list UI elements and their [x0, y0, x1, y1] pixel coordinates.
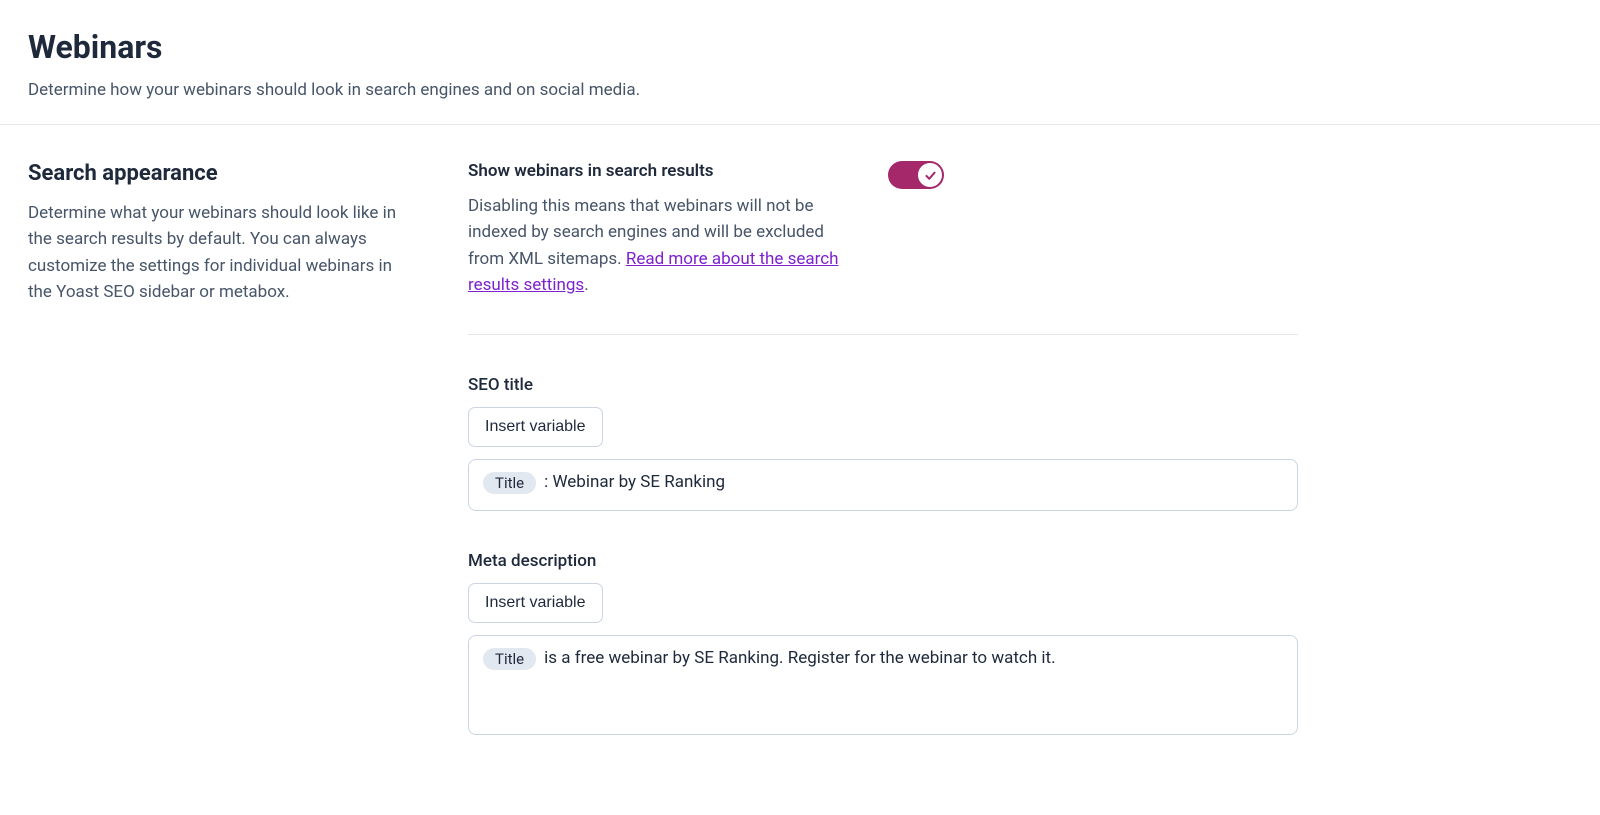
show-in-search-toggle[interactable] [888, 161, 944, 189]
variable-pill-title[interactable]: Title [483, 472, 536, 494]
toggle-label: Show webinars in search results [468, 161, 848, 181]
toggle-text-block: Show webinars in search results Disablin… [468, 161, 848, 298]
page-subtitle: Determine how your webinars should look … [28, 80, 1572, 100]
meta-description-group: Meta description Insert variable Title i… [468, 551, 1298, 735]
meta-description-insert-variable-button[interactable]: Insert variable [468, 583, 603, 623]
section-title: Search appearance [28, 161, 408, 186]
toggle-row: Show webinars in search results Disablin… [468, 161, 1298, 335]
content: Search appearance Determine what your we… [0, 125, 1600, 735]
variable-pill-title[interactable]: Title [483, 648, 536, 670]
seo-title-text: : Webinar by SE Ranking [544, 472, 725, 492]
seo-title-insert-variable-button[interactable]: Insert variable [468, 407, 603, 447]
toggle-desc-after: . [584, 275, 588, 295]
meta-description-text: is a free webinar by SE Ranking. Registe… [544, 648, 1055, 668]
page-header: Webinars Determine how your webinars sho… [0, 0, 1600, 125]
main-panel: Show webinars in search results Disablin… [468, 161, 1298, 735]
seo-title-group: SEO title Insert variable Title : Webina… [468, 375, 1298, 511]
section-description: Search appearance Determine what your we… [28, 161, 408, 735]
seo-title-input[interactable]: Title : Webinar by SE Ranking [468, 459, 1298, 511]
meta-description-label: Meta description [468, 551, 1298, 571]
section-desc-text: Determine what your webinars should look… [28, 200, 408, 305]
check-icon [924, 169, 937, 182]
page-title: Webinars [28, 28, 1572, 66]
meta-description-input[interactable]: Title is a free webinar by SE Ranking. R… [468, 635, 1298, 735]
toggle-desc: Disabling this means that webinars will … [468, 193, 848, 298]
seo-title-label: SEO title [468, 375, 1298, 395]
toggle-knob [918, 163, 942, 187]
